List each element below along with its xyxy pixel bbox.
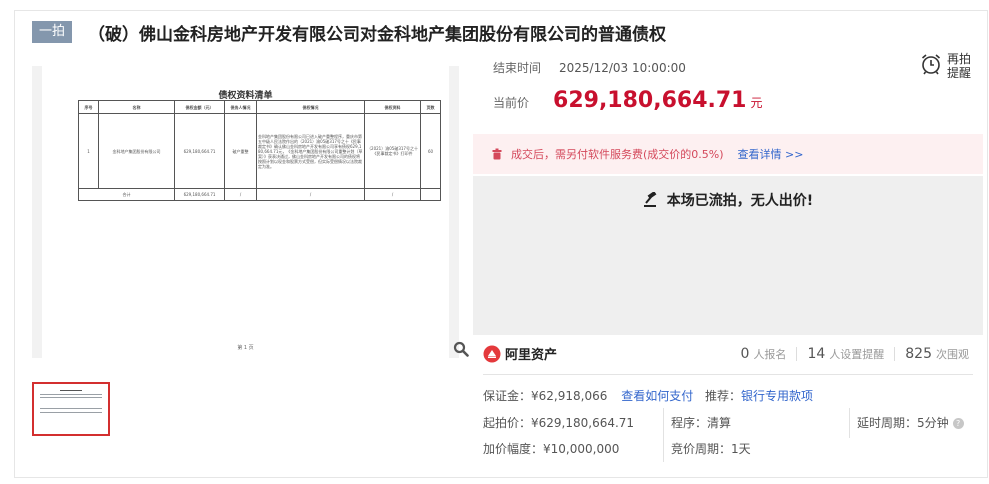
auction-status: 本场已流拍，无人出价! — [473, 190, 983, 210]
service-fee-notice: 成交后，需另付软件服务费(成交价的0.5%) 查看详情 >> — [473, 134, 983, 174]
col-header: 名称 — [98, 100, 175, 114]
cell-dash: / — [224, 188, 257, 201]
stat-divider — [894, 347, 896, 361]
auction-status-area: 本场已流拍，无人出价! — [473, 176, 983, 335]
remind-button[interactable]: 再拍 提醒 — [919, 52, 971, 80]
procedure: 程序：清算 — [671, 416, 732, 430]
service-fee-text: 成交后，需另付软件服务费(成交价的0.5%) — [511, 148, 724, 161]
stat-divider — [796, 347, 798, 361]
remind-label: 再拍 提醒 — [947, 52, 971, 80]
cell-dash: / — [256, 188, 365, 201]
how-to-pay-link[interactable]: 查看如何支付 — [621, 389, 693, 403]
signup-count: 0 — [740, 346, 750, 362]
deposit-row: 保证金：¥62,918,066 查看如何支付 推荐：银行专用款项 — [483, 387, 813, 404]
col-header: 页数 — [420, 100, 441, 114]
platform-brand: 阿里资产 — [483, 344, 557, 363]
col-header: 债权金额（元） — [174, 100, 225, 114]
table-row: 1 金科地产集团股份有限公司 629,180,664.71 破产重整 金科地产集… — [78, 113, 441, 189]
cell-name: 金科地产集团股份有限公司 — [98, 113, 175, 189]
cell-debtor-status: 破产重整 — [224, 113, 257, 189]
cell-total-label: 合计 — [78, 188, 175, 201]
current-price-row: 当前价 629,180,664.71 元 — [493, 88, 763, 113]
document-thumbnail[interactable] — [32, 382, 110, 436]
delay-cycle: 延时周期：5分钟 — [857, 416, 949, 430]
signup-label: 人报名 — [753, 348, 787, 361]
col-header: 债权资料 — [364, 100, 421, 114]
document-page: 债权资料清单 序号 名称 债权金额（元） 债务人情况 债权情况 债权资料 页数 … — [42, 66, 449, 358]
delay-cycle-row: 延时周期：5分钟? — [857, 414, 964, 431]
view-count: 825 — [905, 346, 932, 362]
bid-cycle: 竞价周期：1天 — [671, 442, 751, 456]
gavel-icon — [643, 192, 661, 208]
cell-total-amount: 629,180,664.71 — [174, 188, 225, 201]
view-label: 次围观 — [936, 348, 969, 361]
col-header: 序号 — [78, 100, 99, 114]
reminder-label: 人设置提醒 — [829, 348, 885, 361]
start-price: 起拍价：¥629,180,664.71 — [483, 416, 635, 430]
cell-claim-docs: （2021）渝05破317号之十《民事裁定书》打印件 — [364, 113, 421, 189]
trash-icon — [491, 148, 503, 160]
col-header: 债务人情况 — [224, 100, 257, 114]
deposit-label: 保证金： — [483, 389, 532, 403]
current-price-label: 当前价 — [493, 96, 530, 110]
ali-logo-icon — [483, 345, 501, 363]
listing-title: （破）佛山金科房地产开发有限公司对金科地产集团股份有限公司的普通债权 — [88, 24, 667, 45]
col-header: 债权情况 — [256, 100, 365, 114]
document-viewer[interactable]: 债权资料清单 序号 名称 债权金额（元） 债务人情况 债权情况 债权资料 页数 … — [32, 66, 459, 358]
auction-stats: 0 人报名 14 人设置提醒 825 次围观 — [741, 346, 969, 362]
bid-increment: 加价幅度：¥10,000,000 — [483, 442, 620, 456]
claims-table-header: 序号 名称 债权金额（元） 债务人情况 债权情况 债权资料 页数 — [78, 100, 441, 114]
cell-no: 1 — [78, 113, 99, 189]
current-price-unit: 元 — [750, 96, 763, 110]
end-time-row: 结束时间 2025/12/03 10:00:00 — [493, 59, 686, 76]
bank-funds-link[interactable]: 银行专用款项 — [741, 389, 813, 403]
reminder-count: 14 — [807, 346, 826, 362]
table-total-row: 合计 629,180,664.71 / / / — [78, 188, 441, 201]
cell-amount: 629,180,664.71 — [174, 113, 225, 189]
end-time-value: 2025/12/03 10:00:00 — [559, 61, 686, 75]
listing-header: 一拍 （破）佛山金科房地产开发有限公司对金科地产集团股份有限公司的普通债权 — [32, 20, 667, 45]
column-divider — [663, 408, 664, 462]
claims-table: 序号 名称 债权金额（元） 债务人情况 债权情况 债权资料 页数 1 金科地产集… — [78, 100, 441, 201]
remind-label-line1: 再拍 — [947, 52, 972, 66]
cell-dash: / — [364, 188, 421, 201]
platform-name: 阿里资产 — [505, 348, 558, 363]
thumbnail-preview — [40, 388, 102, 430]
deposit-value: ¥62,918,066 — [531, 389, 608, 403]
view-details-link[interactable]: 查看详情 >> — [738, 146, 804, 162]
cell-pages: 60 — [420, 113, 441, 189]
zoom-icon[interactable] — [451, 338, 471, 360]
current-price-value: 629,180,664.71 — [553, 88, 747, 113]
auction-status-text: 本场已流拍，无人出价! — [666, 193, 814, 209]
recommend-label: 推荐： — [705, 389, 742, 403]
cell-empty — [420, 188, 441, 201]
round-badge: 一拍 — [32, 21, 73, 43]
cell-claim-desc: 金科地产集团股份有限公司已进入破产重整程序，重庆市第五中级人民法院作出的（202… — [256, 113, 365, 189]
column-divider — [849, 408, 850, 438]
remind-label-line2: 提醒 — [947, 66, 972, 80]
divider — [483, 374, 973, 375]
page-number: 第 1 页 — [237, 345, 254, 351]
alarm-clock-icon — [919, 52, 943, 80]
end-time-label: 结束时间 — [493, 61, 542, 75]
help-icon[interactable]: ? — [952, 418, 964, 429]
